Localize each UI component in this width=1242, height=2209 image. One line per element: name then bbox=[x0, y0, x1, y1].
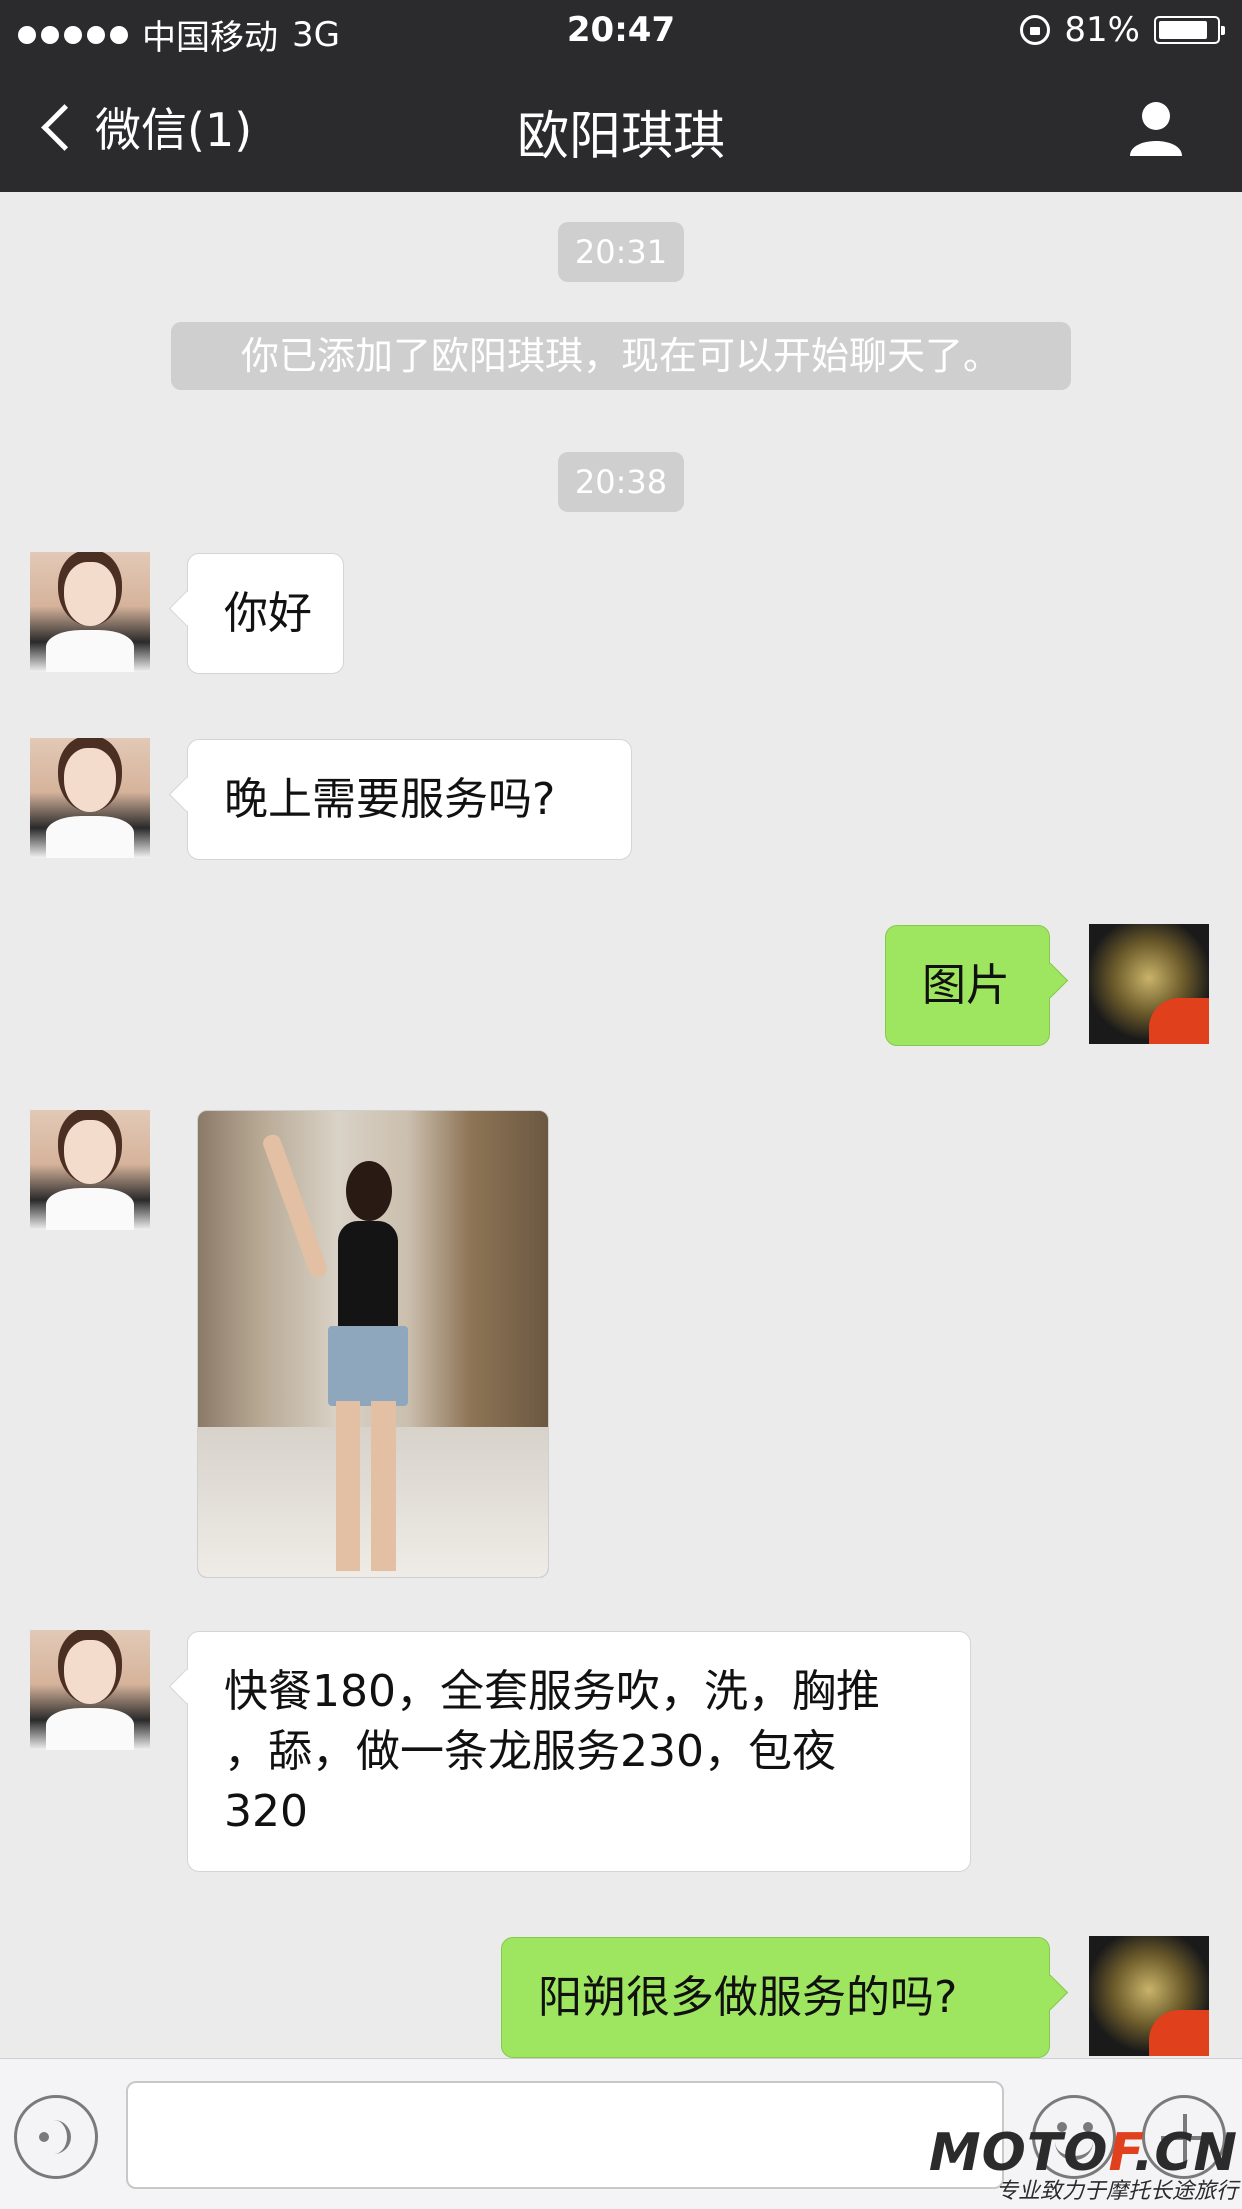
contact-avatar[interactable] bbox=[30, 1630, 150, 1750]
image-message[interactable] bbox=[197, 1110, 549, 1578]
contact-avatar[interactable] bbox=[30, 552, 150, 672]
message-text-line: ，舔，做一条龙服务230，包夜 bbox=[224, 1726, 836, 1777]
rotation-lock-icon bbox=[1020, 15, 1051, 45]
timestamp: 20:31 bbox=[558, 222, 684, 282]
outgoing-message[interactable]: 图片 bbox=[885, 925, 1050, 1046]
incoming-message[interactable]: 快餐180，全套服务吹，洗，胸推 ，舔，做一条龙服务230，包夜 320 bbox=[187, 1631, 971, 1872]
nav-bar: 微信(1) 欧阳琪琪 bbox=[0, 64, 1242, 192]
status-right: 81% bbox=[1020, 10, 1225, 50]
message-text-line: 320 bbox=[224, 1786, 308, 1837]
incoming-message[interactable]: 你好 bbox=[187, 553, 344, 674]
input-bar: MOTOF.CN 专业致力于摩托长途旅行 bbox=[0, 2058, 1242, 2209]
person-icon bbox=[1130, 102, 1182, 156]
contact-avatar[interactable] bbox=[30, 1110, 150, 1230]
contact-avatar[interactable] bbox=[30, 738, 150, 858]
message-text: 图片 bbox=[922, 960, 1010, 1011]
message-text: 晚上需要服务吗? bbox=[224, 774, 556, 825]
message-text: 阳朔很多做服务的吗? bbox=[538, 1972, 958, 2023]
incoming-message[interactable]: 晚上需要服务吗? bbox=[187, 739, 632, 860]
voice-input-button[interactable] bbox=[14, 2095, 98, 2179]
watermark: MOTOF.CN 专业致力于摩托长途旅行 bbox=[929, 2127, 1238, 2205]
chat-area[interactable]: 20:31 你已添加了欧阳琪琪，现在可以开始聊天了。 20:38 你好 晚上需要… bbox=[0, 192, 1242, 2058]
message-input[interactable] bbox=[126, 2081, 1004, 2189]
my-avatar[interactable] bbox=[1089, 924, 1209, 1044]
battery-icon bbox=[1154, 16, 1225, 44]
watermark-logo: MOTOF.CN bbox=[928, 2123, 1238, 2183]
outgoing-message[interactable]: 阳朔很多做服务的吗? bbox=[501, 1937, 1050, 2058]
my-avatar[interactable] bbox=[1089, 1936, 1209, 2056]
chat-title: 欧阳琪琪 bbox=[516, 107, 725, 167]
message-text: 你好 bbox=[224, 588, 312, 639]
system-message: 你已添加了欧阳琪琪，现在可以开始聊天了。 bbox=[171, 322, 1071, 390]
message-text-line: 快餐180，全套服务吹，洗，胸推 bbox=[224, 1666, 880, 1717]
status-bar: 中国移动 3G 20:47 81% bbox=[0, 0, 1242, 64]
battery-percent: 81% bbox=[1064, 10, 1140, 50]
timestamp: 20:38 bbox=[558, 452, 684, 512]
contact-profile-button[interactable] bbox=[1126, 98, 1186, 158]
